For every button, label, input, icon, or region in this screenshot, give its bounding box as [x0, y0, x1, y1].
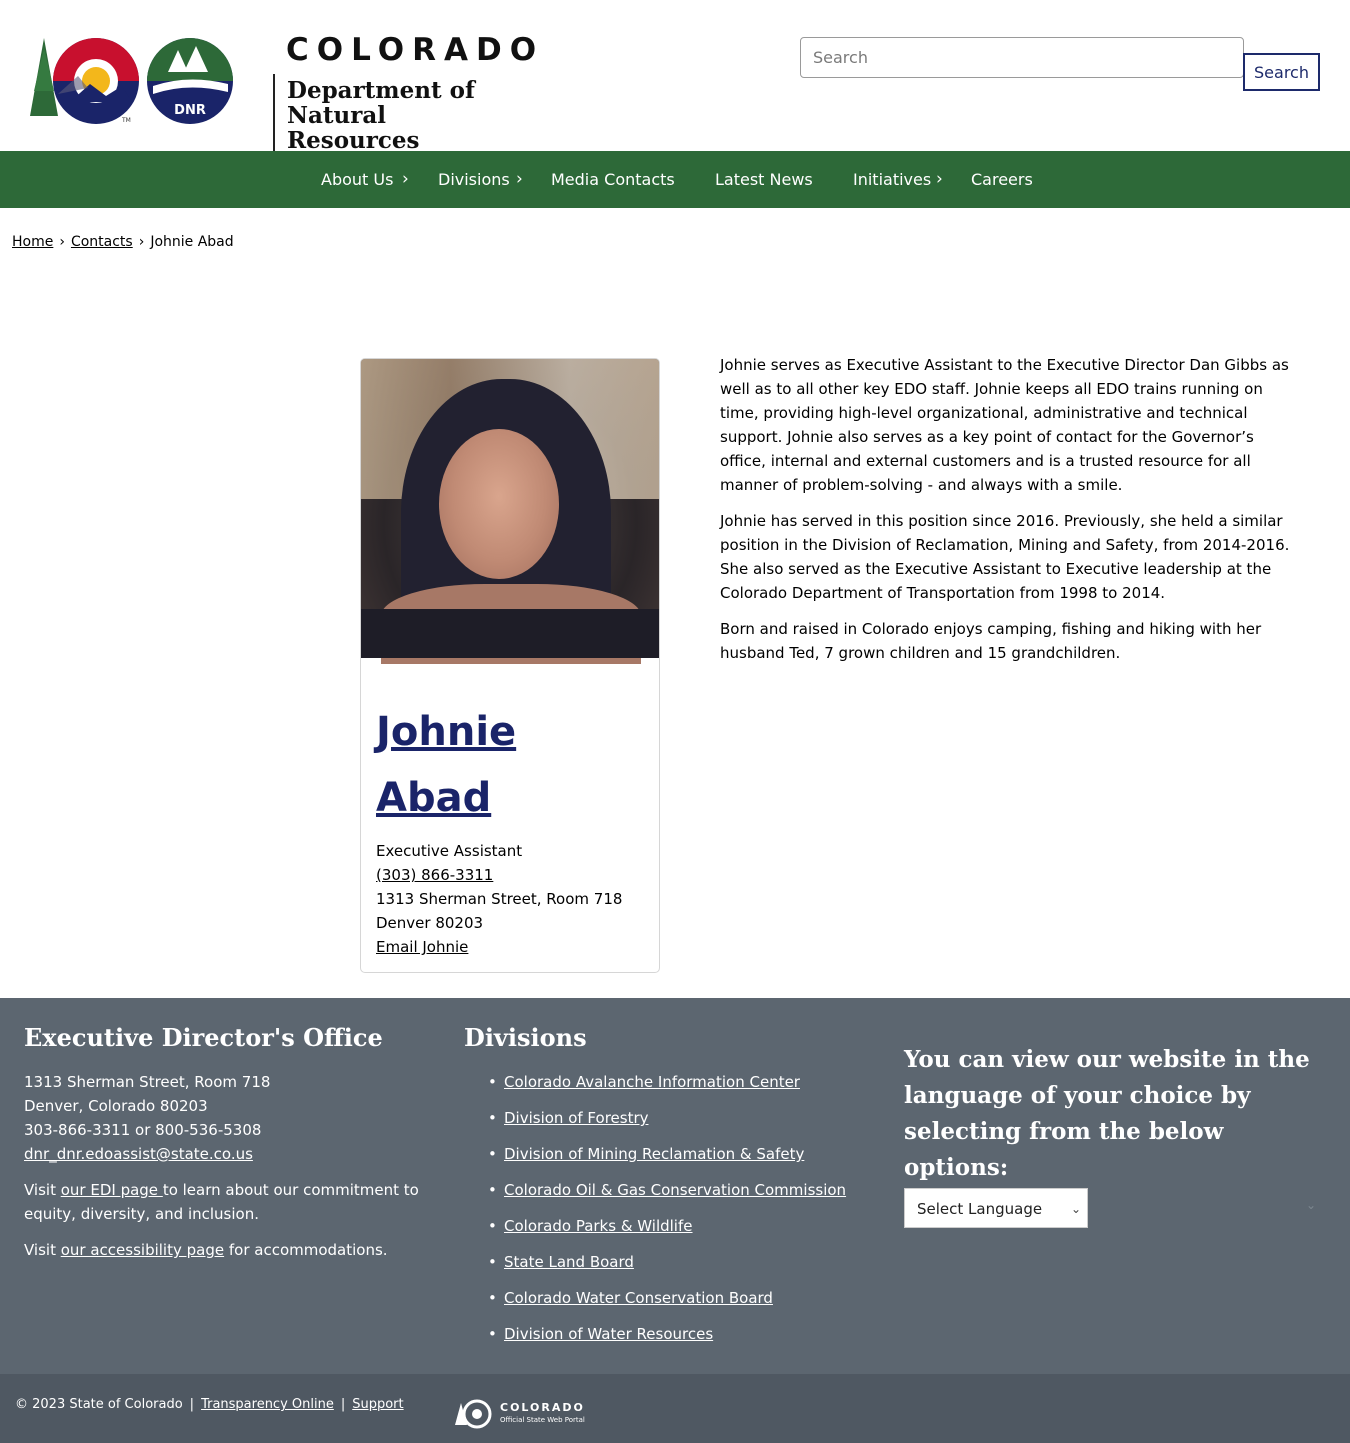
portal-colorado-text: COLORADO	[500, 1401, 585, 1414]
transparency-link[interactable]: Transparency Online	[201, 1397, 334, 1412]
main-nav: About Us › Divisions › Media Contacts La…	[0, 151, 1350, 208]
profile-title: Executive Assistant	[376, 842, 523, 860]
division-link[interactable]: Division of Mining Reclamation & Safety	[504, 1145, 804, 1163]
bottom-links: © 2023 State of Colorado | Transparency On…	[15, 1397, 404, 1412]
breadcrumb-separator: ›	[59, 234, 65, 250]
language-select[interactable]: Select Language ⌄	[904, 1188, 1088, 1228]
nav-initiatives[interactable]: Initiatives	[853, 151, 931, 208]
support-link[interactable]: Support	[352, 1397, 403, 1412]
profile-card: Johnie Abad Executive Assistant (303) 86…	[360, 358, 660, 973]
bio-paragraph: Johnie has served in this position since…	[720, 512, 1290, 602]
profile-email-link[interactable]: Email Johnie	[376, 935, 622, 959]
profile-name-link[interactable]: Johnie Abad	[376, 699, 516, 831]
search-button[interactable]: Search	[1243, 53, 1320, 91]
division-link[interactable]: Colorado Water Conservation Board	[504, 1289, 773, 1307]
logo-dept-line1: Department of	[287, 77, 475, 104]
site-header: TM DNR COLORADO Department of Natural Re…	[0, 0, 1350, 160]
division-link[interactable]: Division of Water Resources	[504, 1325, 713, 1343]
logo-colorado-text: COLORADO	[286, 32, 545, 68]
nav-about-us[interactable]: About Us	[321, 151, 393, 208]
division-link[interactable]: State Land Board	[504, 1253, 634, 1271]
chevron-down-icon: ⌄	[1306, 1198, 1317, 1212]
logo-divider	[273, 74, 275, 160]
division-link[interactable]: Colorado Parks & Wildlife	[504, 1217, 693, 1235]
footer-accessibility-link[interactable]: our accessibility page	[61, 1241, 224, 1259]
colorado-c-dnr-icon: TM DNR	[30, 38, 233, 124]
footer-language-heading: You can view our website in the language…	[904, 1046, 1310, 1181]
list-item: Colorado Parks & Wildlife	[464, 1214, 884, 1238]
copyright-text: © 2023 State of Colorado	[15, 1397, 183, 1412]
profile-phone-link[interactable]: (303) 866-3311	[376, 863, 622, 887]
portal-subtitle: Official State Web Portal	[500, 1416, 585, 1424]
nav-careers[interactable]: Careers	[971, 151, 1033, 208]
bio-paragraph: Johnie serves as Executive Assistant to …	[720, 356, 1289, 494]
svg-text:DNR: DNR	[174, 103, 206, 118]
footer-phones: 303-866-3311 or 800-536-5308	[24, 1121, 262, 1139]
list-item: Division of Forestry	[464, 1106, 884, 1130]
language-select-value: Select Language	[917, 1200, 1043, 1218]
list-item: Division of Mining Reclamation & Safety	[464, 1142, 884, 1166]
footer-edo-column: Executive Director's Office 1313 Sherman…	[24, 1022, 424, 1262]
footer-accessibility-text: Visit our accessibility page for accommo…	[24, 1241, 388, 1259]
bottom-bar: © 2023 State of Colorado | Transparency On…	[0, 1374, 1350, 1443]
nav-media-contacts[interactable]: Media Contacts	[551, 151, 675, 208]
breadcrumb-contacts[interactable]: Contacts	[71, 234, 133, 250]
site-footer: Executive Director's Office 1313 Sherman…	[0, 998, 1350, 1374]
chevron-right-icon[interactable]: ›	[936, 151, 943, 208]
profile-address-line2: Denver 80203	[376, 914, 484, 932]
nav-divisions[interactable]: Divisions	[438, 151, 510, 208]
chevron-right-icon[interactable]: ›	[516, 151, 523, 208]
footer-address-line2: Denver, Colorado 80203	[24, 1097, 208, 1115]
logo-department-text: Department of Natural Resources	[287, 78, 518, 153]
breadcrumb-separator: ›	[138, 234, 145, 250]
breadcrumb: Home › Contacts › Johnie Abad	[12, 234, 234, 250]
profile-last-name[interactable]: Abad	[376, 765, 516, 831]
search-input[interactable]	[800, 37, 1244, 78]
profile-address-line1: 1313 Sherman Street, Room 718	[376, 890, 623, 908]
profile-bio: Johnie serves as Executive Assistant to …	[720, 353, 1300, 677]
list-item: State Land Board	[464, 1250, 884, 1274]
footer-email-link[interactable]: dnr_dnr.edoassist@state.co.us	[24, 1145, 253, 1163]
profile-photo	[361, 359, 659, 664]
footer-divisions-list: Colorado Avalanche Information Center Di…	[464, 1070, 884, 1346]
division-link[interactable]: Colorado Avalanche Information Center	[504, 1073, 800, 1091]
chevron-right-icon[interactable]: ›	[402, 151, 409, 208]
division-link[interactable]: Colorado Oil & Gas Conservation Commissi…	[504, 1181, 846, 1199]
breadcrumb-current: Johnie Abad	[150, 234, 234, 250]
list-item: Colorado Avalanche Information Center	[464, 1070, 884, 1094]
footer-edo-heading: Executive Director's Office	[24, 1023, 383, 1052]
colorado-c-icon	[455, 1399, 492, 1429]
breadcrumb-home[interactable]: Home	[12, 234, 53, 250]
chevron-down-icon: ⌄	[1070, 1202, 1081, 1216]
colorado-portal-logo[interactable]: COLORADO Official State Web Portal	[455, 1399, 595, 1429]
list-item: Colorado Oil & Gas Conservation Commissi…	[464, 1178, 884, 1202]
profile-info: Executive Assistant (303) 866-3311 1313 …	[376, 839, 622, 959]
dnr-logo[interactable]: TM DNR COLORADO Department of Natural Re…	[28, 32, 536, 160]
profile-first-name[interactable]: Johnie	[376, 699, 516, 765]
footer-edi-link[interactable]: our EDI page	[61, 1181, 163, 1199]
footer-divisions-column: Divisions Colorado Avalanche Information…	[464, 1022, 884, 1358]
footer-edi-text: Visit our EDI page to learn about our co…	[24, 1181, 419, 1223]
list-item: Colorado Water Conservation Board	[464, 1286, 884, 1310]
footer-address-line1: 1313 Sherman Street, Room 718	[24, 1073, 271, 1091]
division-link[interactable]: Division of Forestry	[504, 1109, 649, 1127]
svg-text:TM: TM	[121, 117, 131, 124]
footer-language-column: You can view our website in the language…	[904, 1042, 1324, 1228]
bio-paragraph: Born and raised in Colorado enjoys campi…	[720, 620, 1262, 662]
nav-latest-news[interactable]: Latest News	[715, 151, 813, 208]
list-item: Division of Water Resources	[464, 1322, 884, 1346]
footer-divisions-heading: Divisions	[464, 1023, 587, 1052]
logo-dept-line2: Natural Resources	[287, 102, 420, 154]
